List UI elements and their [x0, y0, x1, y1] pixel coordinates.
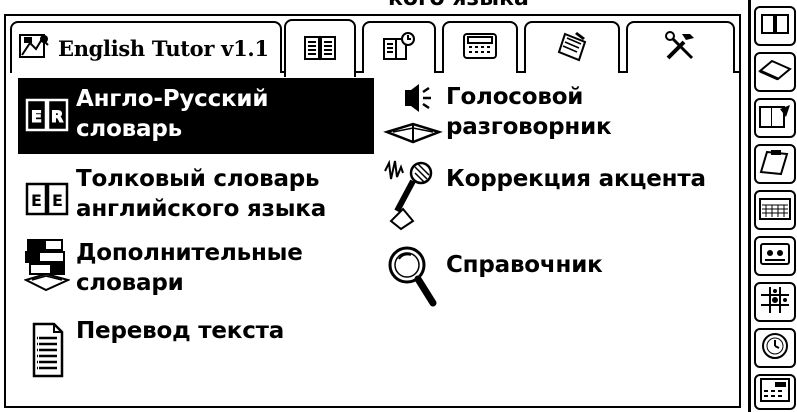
menu-item-line2: разговорник — [446, 114, 612, 140]
menu-item-line2: словарь — [76, 116, 182, 142]
svg-text:E: E — [31, 107, 42, 126]
sidebar-button-calendar[interactable] — [754, 190, 796, 230]
menu-item-additional-dictionaries[interactable]: Дополнительные словари — [18, 234, 388, 314]
menu-item-explanatory-dictionary[interactable]: E E Толковый словарь английского языка — [18, 160, 388, 234]
menu-item-voice-phrasebook[interactable]: Голосовой разговорник — [382, 82, 702, 156]
svg-text:R: R — [51, 107, 63, 126]
menu-item-line1: Коррекция акцента — [446, 166, 706, 192]
menu-item-line1: Толковый словарь — [76, 166, 320, 192]
menu-item-english-russian-dictionary[interactable]: E R Англо-Русский словарь — [18, 78, 374, 154]
notebook-tab-icon — [555, 30, 589, 66]
sidebar-button-clipboard[interactable] — [754, 144, 796, 184]
tab-dictionary[interactable] — [284, 19, 356, 77]
sidebar-button-cassette[interactable] — [754, 236, 796, 276]
menu-item-text-translation[interactable]: Перевод текста — [18, 316, 388, 390]
menu-item-line1: Перевод текста — [76, 318, 285, 344]
top-cropped-strip: кого языка — [0, 0, 745, 14]
stack-of-books-icon — [18, 238, 76, 294]
dictionary-tab-icon — [303, 33, 337, 65]
app-logo-icon — [18, 31, 52, 65]
notepad-pen-icon — [758, 103, 792, 133]
sidebar-button-game[interactable] — [754, 282, 796, 322]
microphone-icon — [382, 158, 444, 234]
clipboard-icon — [759, 148, 791, 180]
menu-item-line1: Справочник — [446, 252, 603, 278]
english-russian-dictionary-icon: E R — [18, 86, 76, 142]
sidebar-button-open-book[interactable] — [754, 6, 796, 46]
sidebar-button-calculator[interactable] — [754, 374, 796, 410]
menu-item-line1: Дополнительные — [76, 240, 303, 266]
tab-bar: English Tutor v1.1 — [10, 19, 739, 79]
tic-tac-toe-icon — [759, 285, 791, 319]
main-panel: English Tutor v1.1 E R Англо-Русский сло… — [4, 14, 741, 408]
open-book-icon — [760, 11, 790, 41]
tools-tab-icon — [664, 30, 698, 66]
document-text-icon — [18, 318, 76, 382]
explanatory-dictionary-icon: E E — [18, 170, 76, 226]
app-title-label: English Tutor v1.1 — [58, 35, 269, 61]
calendar-icon — [758, 195, 792, 225]
calculator-icon — [759, 377, 791, 407]
tab-phrasebook[interactable] — [362, 21, 436, 73]
clock-icon — [760, 331, 790, 365]
phrasebook-tab-icon — [382, 31, 416, 65]
right-sidebar — [748, 0, 797, 412]
magnifier-icon — [382, 238, 444, 316]
menu-item-line2: словари — [76, 270, 184, 296]
voice-phrasebook-icon — [382, 82, 444, 150]
cassette-icon — [759, 242, 791, 270]
menu-item-line1: Англо-Русский — [76, 86, 269, 112]
menu-item-accent-correction[interactable]: Коррекция акцента — [382, 158, 728, 238]
menu-item-line2: английского языка — [76, 196, 327, 222]
svg-text:E: E — [52, 191, 63, 210]
tab-notebook[interactable] — [524, 21, 620, 73]
calculator-tab-icon — [462, 32, 498, 64]
tab-tools[interactable] — [626, 21, 735, 73]
menu-item-reference[interactable]: Справочник — [382, 238, 682, 318]
cropped-title-text: кого языка — [388, 0, 529, 11]
sidebar-button-notepad[interactable] — [754, 98, 796, 138]
app-title-tab: English Tutor v1.1 — [10, 21, 282, 73]
menu-item-line1: Голосовой — [446, 84, 584, 110]
svg-text:E: E — [31, 191, 42, 210]
eraser-icon — [758, 57, 792, 87]
sidebar-button-eraser[interactable] — [754, 52, 796, 92]
tab-calculator[interactable] — [442, 21, 518, 73]
sidebar-button-clock[interactable] — [754, 328, 796, 368]
